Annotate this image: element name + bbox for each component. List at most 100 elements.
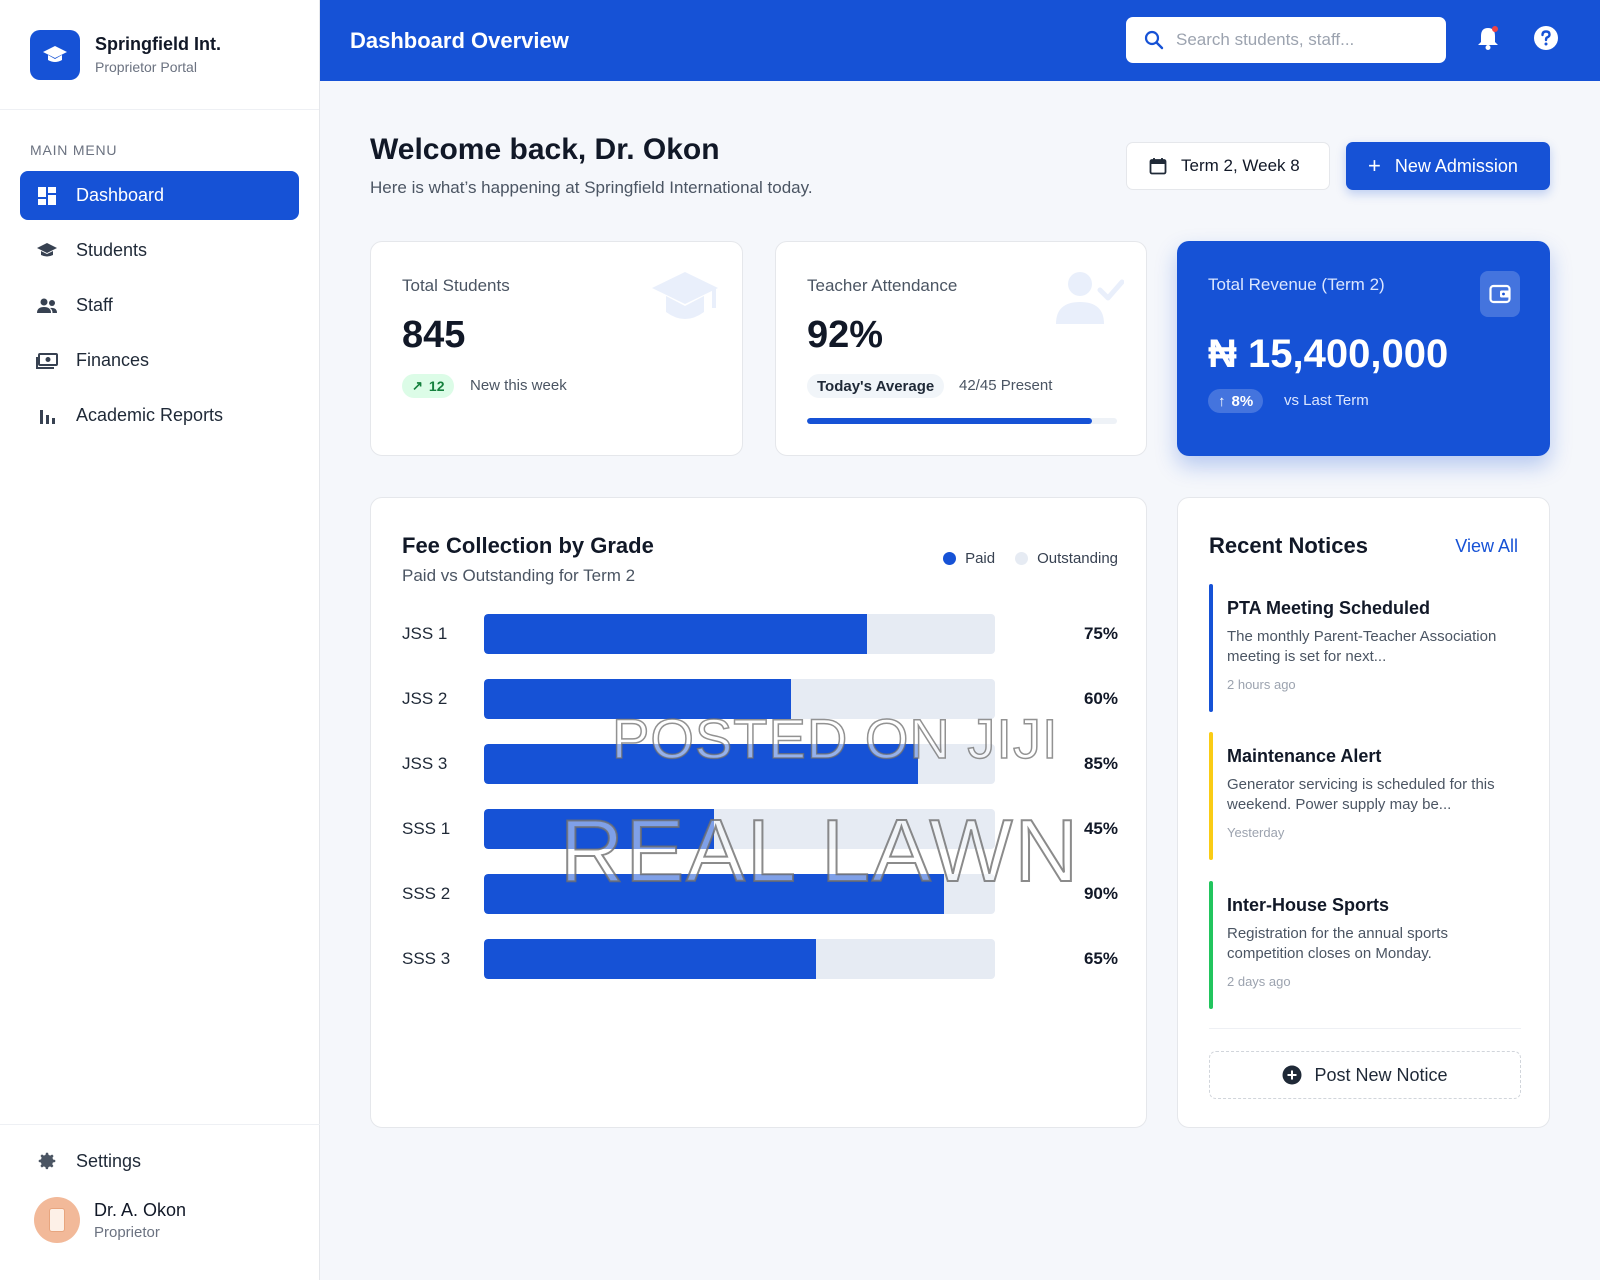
- money-icon: [36, 350, 58, 372]
- legend-outstanding-swatch: [1015, 552, 1029, 565]
- bar-chart-icon: [36, 405, 58, 427]
- notification-bell-icon[interactable]: [1474, 24, 1502, 52]
- attendance-progress-fill: [807, 418, 1093, 424]
- main-menu: Dashboard Students Staff Finances Academ…: [20, 171, 299, 446]
- bar-row-jss1: JSS 1 75%: [402, 614, 1118, 654]
- notices-title: Recent Notices: [1209, 533, 1368, 558]
- recent-notices-card: Recent Notices View All PTA Meeting Sche…: [1177, 497, 1550, 1128]
- legend-outstanding-label: Outstanding: [1037, 550, 1118, 567]
- bar-track: [484, 744, 995, 784]
- legend-paid-swatch: [943, 552, 957, 565]
- gear-icon: [36, 1150, 58, 1172]
- bar-track: [484, 614, 995, 654]
- trend-text: New this week: [470, 377, 567, 394]
- post-new-notice-button[interactable]: Post New Notice: [1209, 1051, 1521, 1099]
- bar-row-sss3: SSS 3 65%: [402, 939, 1118, 979]
- user-role: Proprietor: [94, 1223, 160, 1241]
- bar-track: [484, 874, 995, 914]
- sidebar-item-label: Dashboard: [76, 185, 165, 205]
- menu-label: MAIN MENU: [30, 142, 118, 158]
- present-count: 42/45 Present: [959, 377, 1053, 394]
- sidebar-item-label: Staff: [76, 295, 113, 315]
- stat-label: Teacher Attendance: [807, 276, 958, 295]
- sidebar-item-finances[interactable]: Finances: [20, 336, 299, 385]
- bar-value: 60%: [1083, 689, 1118, 708]
- total-students-card[interactable]: Total Students 845 ↗ 12 New this week: [370, 241, 743, 456]
- help-icon[interactable]: [1532, 24, 1560, 52]
- welcome-title: Welcome back, Dr. Okon: [370, 133, 720, 166]
- sidebar-item-staff[interactable]: Staff: [20, 281, 299, 330]
- bar-track: [484, 679, 995, 719]
- sidebar-item-academic-reports[interactable]: Academic Reports: [20, 391, 299, 440]
- new-admission-button[interactable]: + New Admission: [1346, 142, 1550, 190]
- top-header: Dashboard Overview: [320, 0, 1600, 81]
- bar-value: 45%: [1083, 819, 1118, 838]
- notice-time: 2 hours ago: [1227, 677, 1296, 692]
- stat-value: 845: [402, 314, 466, 356]
- legend-paid: Paid: [943, 550, 995, 567]
- brand[interactable]: Springfield Int. Proprietor Portal: [0, 0, 319, 110]
- bar-fill-jss2: [484, 679, 791, 719]
- people-icon: [36, 295, 58, 317]
- user-profile[interactable]: Dr. A. Okon Proprietor: [0, 1197, 320, 1243]
- bar-value: 75%: [1083, 624, 1118, 643]
- stat-label: Total Revenue (Term 2): [1208, 275, 1385, 294]
- graduation-cap-logo-icon: [30, 29, 80, 80]
- chart-title: Fee Collection by Grade: [402, 533, 654, 558]
- bar-fill-jss3: [484, 744, 919, 784]
- bar-value: 85%: [1083, 754, 1118, 773]
- calendar-icon: [1149, 157, 1167, 175]
- notice-item[interactable]: PTA Meeting Scheduled The monthly Parent…: [1209, 584, 1521, 712]
- view-all-link[interactable]: View All: [1455, 536, 1518, 557]
- sidebar-item-label: Students: [76, 240, 148, 260]
- user-name: Dr. A. Okon: [94, 1199, 187, 1220]
- stat-value: 92%: [807, 314, 884, 356]
- bar-fill-sss3: [484, 939, 817, 979]
- legend-outstanding: Outstanding: [1015, 550, 1118, 567]
- bar-row-sss1: SSS 1 45%: [402, 809, 1118, 849]
- notice-accent-bar: [1209, 881, 1213, 1009]
- notice-accent-bar: [1209, 732, 1213, 860]
- plus-circle-icon: [1282, 1065, 1302, 1085]
- total-revenue-card[interactable]: Total Revenue (Term 2) ₦ 15,400,000 ↑ 8%…: [1177, 241, 1550, 456]
- notice-body: The monthly Parent-Teacher Association m…: [1227, 628, 1497, 665]
- notice-accent-bar: [1209, 584, 1213, 712]
- divider: [1209, 1028, 1521, 1029]
- graduation-cap-icon: [36, 240, 58, 262]
- notice-item[interactable]: Maintenance Alert Generator servicing is…: [1209, 732, 1521, 860]
- trend-value: 8%: [1231, 392, 1254, 410]
- graduation-cap-icon: [650, 270, 720, 333]
- bar-fill-sss2: [484, 874, 944, 914]
- trend-badge: ↑ 8%: [1208, 389, 1264, 413]
- search-icon: [1144, 30, 1164, 50]
- bar-fill-sss1: [484, 809, 714, 849]
- fee-collection-card: Fee Collection by Grade Paid vs Outstand…: [370, 497, 1147, 1128]
- user-check-icon: [1054, 270, 1125, 331]
- sidebar-item-label: Finances: [76, 350, 150, 370]
- notice-title: Maintenance Alert: [1227, 746, 1382, 766]
- trend-badge: ↗ 12: [402, 374, 455, 398]
- arrow-up-icon: ↑: [1218, 392, 1226, 410]
- post-new-notice-label: Post New Notice: [1314, 1064, 1448, 1085]
- new-admission-label: New Admission: [1394, 155, 1518, 176]
- notice-time: 2 days ago: [1227, 974, 1291, 989]
- legend-paid-label: Paid: [965, 550, 996, 567]
- search-input[interactable]: [1176, 30, 1426, 50]
- teacher-attendance-card[interactable]: Teacher Attendance 92% Today's Average 4…: [775, 241, 1147, 456]
- notice-item[interactable]: Inter-House Sports Registration for the …: [1209, 881, 1521, 1009]
- sidebar-item-dashboard[interactable]: Dashboard: [20, 171, 299, 220]
- bar-row-sss2: SSS 2 90%: [402, 874, 1118, 914]
- bar-label: JSS 3: [402, 754, 448, 773]
- stat-value: ₦ 15,400,000: [1208, 332, 1449, 376]
- trend-text: vs Last Term: [1284, 392, 1369, 409]
- sidebar-item-students[interactable]: Students: [20, 226, 299, 275]
- notice-body: Generator servicing is scheduled for thi…: [1227, 776, 1495, 813]
- notice-title: Inter-House Sports: [1227, 895, 1390, 915]
- search-box[interactable]: [1126, 17, 1446, 63]
- sidebar-footer: Settings Dr. A. Okon Proprietor: [0, 1124, 320, 1243]
- trend-value: 12: [428, 378, 445, 394]
- settings-link[interactable]: Settings: [0, 1135, 320, 1187]
- chart-legend: Paid Outstanding: [923, 550, 1118, 567]
- term-selector-button[interactable]: Term 2, Week 8: [1126, 142, 1330, 190]
- bar-label: SSS 1: [402, 819, 451, 838]
